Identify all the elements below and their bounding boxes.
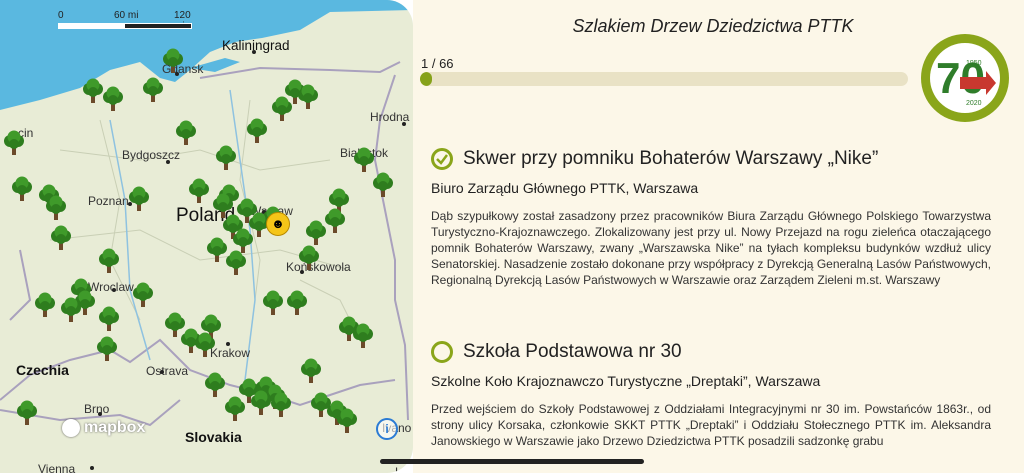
tree-marker-icon[interactable] <box>96 336 118 362</box>
mapbox-logo-text: mapbox <box>84 419 146 436</box>
tree-marker-icon[interactable] <box>305 220 327 246</box>
city-dot <box>252 50 256 54</box>
map-view[interactable]: 0 60 mi 120 mi KaliningradGdanskHrodnaci… <box>0 0 413 473</box>
tree-marker-icon[interactable] <box>204 372 226 398</box>
tree-marker-icon[interactable] <box>224 396 246 422</box>
attribution-info-button[interactable]: i <box>376 418 398 440</box>
mapbox-logo[interactable]: mapbox <box>62 419 145 437</box>
city-dot <box>90 466 94 470</box>
mapbox-logo-icon <box>62 419 80 437</box>
smiley-location-icon[interactable]: ☻ <box>266 212 290 236</box>
tree-marker-icon[interactable] <box>352 323 374 349</box>
tree-marker-icon[interactable] <box>142 77 164 103</box>
tree-marker-icon[interactable] <box>225 250 247 276</box>
logo-year-top: 1950 <box>966 60 982 67</box>
tree-marker-icon[interactable] <box>215 145 237 171</box>
tree-marker-icon[interactable] <box>250 390 272 416</box>
map-city-label: Bydgoszcz <box>122 148 181 162</box>
tree-marker-icon[interactable] <box>271 96 293 122</box>
tree-list-panel[interactable]: Szlakiem Drzew Dziedzictwa PTTK 1 / 66 7… <box>413 0 1024 473</box>
tree-marker-icon[interactable] <box>270 392 292 418</box>
tree-marker-icon[interactable] <box>300 358 322 384</box>
map-city-label: Vienna <box>38 462 76 473</box>
pttk-70-logo: 70 1950 2020 <box>921 34 1009 122</box>
logo-year-bottom: 2020 <box>966 100 982 107</box>
tree-marker-icon[interactable] <box>16 400 38 426</box>
tree-marker-icon[interactable] <box>45 195 67 221</box>
tree-marker-icon[interactable] <box>162 48 184 74</box>
page-title: Szlakiem Drzew Dziedzictwa PTTK <box>572 16 854 36</box>
scale-label-mid: 60 mi <box>114 10 139 21</box>
tree-marker-icon[interactable] <box>50 225 72 251</box>
tree-marker-icon[interactable] <box>336 408 358 434</box>
tree-marker-icon[interactable] <box>194 332 216 358</box>
tree-marker-icon[interactable] <box>132 282 154 308</box>
tree-marker-icon[interactable] <box>353 147 375 173</box>
tree-marker-icon[interactable] <box>3 130 25 156</box>
map-city-label: Ostrava <box>146 364 189 378</box>
progress-bar-fill <box>420 72 433 86</box>
tree-marker-icon[interactable] <box>175 120 197 146</box>
tree-entry[interactable]: Skwer przy pomniku Bohaterów Warszawy „N… <box>431 148 991 288</box>
not-visited-circle-icon[interactable] <box>431 341 453 363</box>
visited-check-icon[interactable] <box>431 148 453 170</box>
tree-marker-icon[interactable] <box>297 84 319 110</box>
tree-entry-subtitle: Biuro Zarządu Głównego PTTK, Warszawa <box>431 180 699 196</box>
city-dot <box>98 412 102 416</box>
tree-marker-icon[interactable] <box>262 290 284 316</box>
progress-bar <box>420 72 908 86</box>
tree-marker-icon[interactable] <box>128 186 150 212</box>
tree-marker-icon[interactable] <box>60 297 82 323</box>
map-city-label: Brno <box>84 402 110 416</box>
tree-marker-icon[interactable] <box>246 118 268 144</box>
city-dot <box>166 160 170 164</box>
tree-marker-icon[interactable] <box>98 306 120 332</box>
scale-label-zero: 0 <box>58 10 64 21</box>
tree-marker-icon[interactable] <box>34 292 56 318</box>
tree-entry-description: Dąb szypułkowy został zasadzony przez pr… <box>431 209 991 287</box>
map-city-label: Slovakia <box>185 429 242 445</box>
city-dot <box>160 370 164 374</box>
city-dot <box>226 342 230 346</box>
scale-bar-line <box>58 23 192 29</box>
progress-counter: 1 / 66 <box>421 56 454 71</box>
tree-marker-icon[interactable] <box>298 245 320 271</box>
tree-marker-icon[interactable] <box>102 86 124 112</box>
tree-marker-icon[interactable] <box>286 290 308 316</box>
tree-marker-icon[interactable] <box>324 208 346 234</box>
tree-marker-icon[interactable] <box>98 248 120 274</box>
map-city-label: Lviv <box>395 465 413 473</box>
map-city-label: Czechia <box>16 362 69 378</box>
pttk-logo-badge: 70 1950 2020 <box>930 43 1000 113</box>
tree-marker-icon[interactable] <box>11 176 33 202</box>
tree-entry-title: Skwer przy pomniku Bohaterów Warszawy „N… <box>463 148 879 169</box>
tree-entry-description: Przed wejściem do Szkoły Podstawowej z O… <box>431 402 991 448</box>
tree-marker-icon[interactable] <box>82 78 104 104</box>
map-city-label: Krakow <box>210 346 251 360</box>
map-scale-bar: 0 60 mi 120 mi <box>58 6 198 32</box>
home-indicator[interactable] <box>380 459 644 464</box>
tree-marker-icon[interactable] <box>372 172 394 198</box>
city-dot <box>402 122 406 126</box>
tree-entry-subtitle: Szkolne Koło Krajoznawczo Turystyczne „D… <box>431 373 821 389</box>
city-dot <box>112 288 116 292</box>
tree-marker-icon[interactable] <box>188 178 210 204</box>
tree-entry[interactable]: Szkoła Podstawowa nr 30 Szkolne Koło Kra… <box>431 341 991 449</box>
map-city-label: Poznan <box>88 194 129 208</box>
tree-entry-title: Szkoła Podstawowa nr 30 <box>463 341 682 362</box>
